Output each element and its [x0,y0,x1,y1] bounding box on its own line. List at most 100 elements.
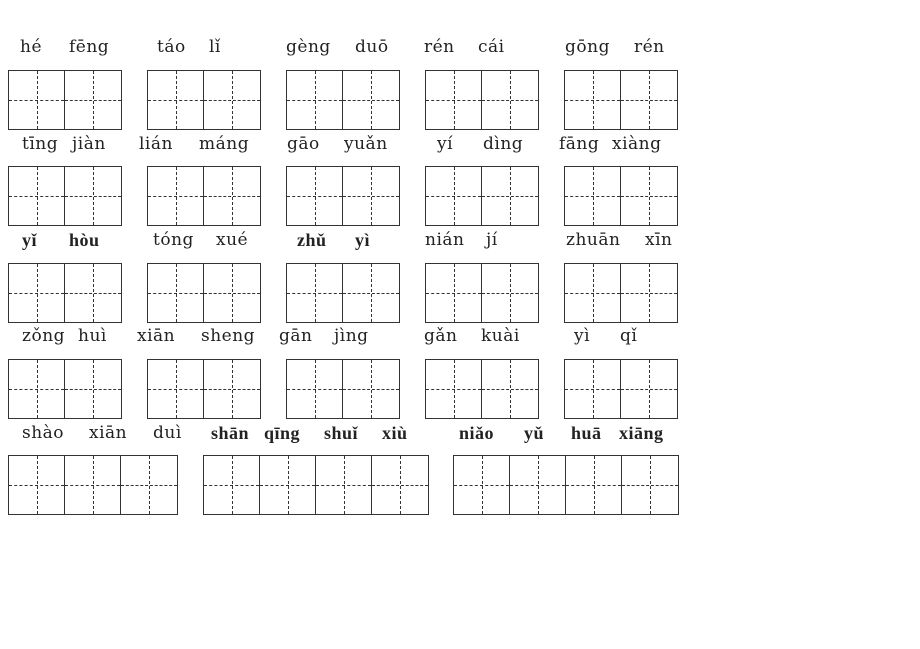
pinyin-label: zhǔ [297,230,327,250]
pinyin-label: jìng [334,326,369,346]
writing-grid[interactable] [147,359,261,419]
pinyin-label: rén [634,37,665,57]
pinyin-label: rén [424,37,455,57]
grid-cell[interactable] [621,167,677,225]
grid-cell[interactable] [65,456,121,514]
pinyin-label: gāo [287,134,320,154]
grid-cell[interactable] [148,71,204,129]
writing-grid[interactable] [147,263,261,323]
grid-cell[interactable] [204,360,260,418]
grid-cell[interactable] [287,167,343,225]
grid-cell[interactable] [454,456,510,514]
grid-cell[interactable] [343,360,399,418]
grid-cell[interactable] [566,456,622,514]
pinyin-label: kuài [481,326,520,346]
pinyin-label: fāng [559,134,600,154]
grid-cell[interactable] [565,360,621,418]
writing-grid[interactable] [203,455,429,515]
pinyin-label: yì [574,326,591,346]
pinyin-label: lián [139,134,173,154]
grid-cell[interactable] [121,456,177,514]
grid-cell[interactable] [565,264,621,322]
writing-grid[interactable] [425,70,539,130]
pinyin-label: hòu [69,230,100,250]
grid-cell[interactable] [9,264,65,322]
writing-grid[interactable] [453,455,679,515]
grid-cell[interactable] [482,167,538,225]
writing-grid[interactable] [425,263,539,323]
writing-grid[interactable] [286,263,400,323]
writing-grid[interactable] [564,359,678,419]
pinyin-label: xué [216,230,249,250]
grid-cell[interactable] [343,71,399,129]
grid-cell[interactable] [65,360,121,418]
writing-grid[interactable] [564,166,678,226]
grid-cell[interactable] [65,264,121,322]
grid-cell[interactable] [510,456,566,514]
grid-cell[interactable] [565,167,621,225]
grid-cell[interactable] [482,71,538,129]
grid-cell[interactable] [204,456,260,514]
pinyin-label: xiù [382,423,408,443]
writing-grid[interactable] [286,70,400,130]
grid-cell[interactable] [621,264,677,322]
grid-cell[interactable] [65,71,121,129]
writing-grid[interactable] [147,166,261,226]
grid-cell[interactable] [343,264,399,322]
pinyin-label: tóng [153,230,194,250]
grid-cell[interactable] [204,264,260,322]
grid-cell[interactable] [148,360,204,418]
writing-grid[interactable] [8,455,178,515]
grid-cell[interactable] [148,167,204,225]
writing-grid[interactable] [8,70,122,130]
grid-cell[interactable] [9,456,65,514]
writing-grid[interactable] [425,359,539,419]
writing-grid[interactable] [8,263,122,323]
pinyin-label: huā [571,423,602,443]
grid-cell[interactable] [9,167,65,225]
grid-cell[interactable] [565,71,621,129]
grid-cell[interactable] [260,456,316,514]
grid-cell[interactable] [426,167,482,225]
pinyin-label: zhuān [566,230,621,250]
grid-cell[interactable] [9,360,65,418]
grid-cell[interactable] [287,360,343,418]
pinyin-label: cái [478,37,505,57]
writing-grid[interactable] [147,70,261,130]
grid-cell[interactable] [426,264,482,322]
grid-cell[interactable] [622,456,678,514]
grid-cell[interactable] [426,71,482,129]
pinyin-label: niǎo [459,423,495,443]
grid-cell[interactable] [148,264,204,322]
grid-cell[interactable] [426,360,482,418]
pinyin-label: xiān [89,423,128,443]
writing-grid[interactable] [286,359,400,419]
writing-grid[interactable] [564,70,678,130]
grid-cell[interactable] [621,71,677,129]
pinyin-label: lǐ [209,37,221,57]
pinyin-label: gèng [286,37,331,57]
writing-grid[interactable] [425,166,539,226]
grid-cell[interactable] [204,71,260,129]
grid-cell[interactable] [65,167,121,225]
pinyin-label: tīng [22,134,59,154]
writing-grid[interactable] [8,166,122,226]
pinyin-label: shào [22,423,65,443]
pinyin-label: yì [355,230,371,250]
grid-cell[interactable] [372,456,428,514]
grid-cell[interactable] [482,264,538,322]
grid-cell[interactable] [9,71,65,129]
pinyin-label: yí [437,134,454,154]
pinyin-label: fēng [69,37,110,57]
grid-cell[interactable] [287,71,343,129]
pinyin-label: jiàn [72,134,106,154]
grid-cell[interactable] [343,167,399,225]
grid-cell[interactable] [287,264,343,322]
grid-cell[interactable] [316,456,372,514]
grid-cell[interactable] [482,360,538,418]
writing-grid[interactable] [8,359,122,419]
grid-cell[interactable] [621,360,677,418]
writing-grid[interactable] [286,166,400,226]
grid-cell[interactable] [204,167,260,225]
writing-grid[interactable] [564,263,678,323]
